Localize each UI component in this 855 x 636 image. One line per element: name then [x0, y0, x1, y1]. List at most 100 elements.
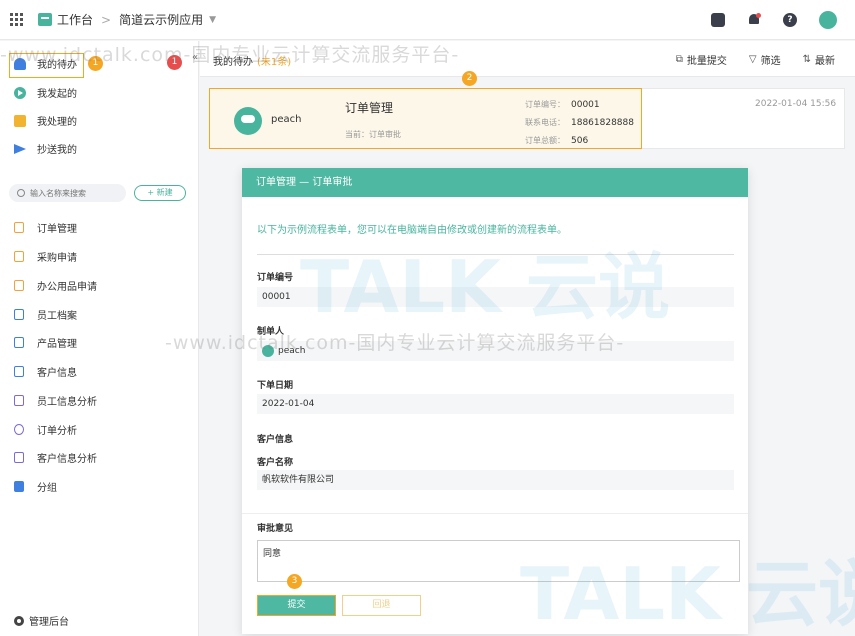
sidebar-item-customer-analysis[interactable]: 客户信息分析	[0, 443, 199, 472]
new-button[interactable]: + 新建	[134, 185, 186, 201]
sidebar-item-label: 分组	[37, 483, 57, 494]
sidebar-item-employee-analysis[interactable]: 员工信息分析	[0, 386, 199, 415]
batch-submit-label: 批量提交	[686, 56, 727, 67]
sidebar-item-office-supplies[interactable]: 办公用品申请	[0, 271, 199, 300]
approval-modal: 订单管理 — 订单审批 以下为示例流程表单，您可以在电脑端自由修改或创建新的流程…	[242, 168, 748, 634]
main-header: 我的待办 (未1条) ⧉ 批量提交 ▽ 筛选 ⇅ 最新	[200, 41, 855, 77]
workspace-link[interactable]: 工作台	[57, 11, 93, 28]
sidebar-item-customer[interactable]: 客户信息	[0, 357, 199, 386]
rollback-button[interactable]: 回退	[342, 595, 421, 616]
field-key: 联系电话：	[525, 118, 565, 127]
sidebar-item-employee-file[interactable]: 员工档案	[0, 300, 199, 329]
step-marker: 1	[88, 56, 103, 71]
gear-icon	[14, 615, 24, 626]
sidebar-search[interactable]	[9, 184, 126, 202]
field-value: 18861828888	[571, 118, 634, 128]
notebook-icon[interactable]	[711, 13, 725, 27]
card-field-row: 联系电话： 18861828888	[525, 114, 634, 132]
sidebar-item-label: 员工档案	[37, 311, 77, 322]
divider	[242, 513, 748, 514]
sidebar-item-group[interactable]: 分组	[0, 472, 199, 501]
user-avatar[interactable]	[819, 11, 837, 29]
order-no-label: 订单编号	[257, 273, 294, 283]
cart-icon	[14, 251, 24, 262]
step-marker: 2	[462, 71, 477, 86]
field-key: 订单总额：	[525, 136, 565, 145]
filter-button[interactable]: ▽ 筛选	[749, 52, 781, 67]
pending-count: (未1条)	[257, 57, 292, 68]
divider	[257, 254, 734, 255]
box-icon	[14, 280, 24, 291]
help-icon[interactable]: ?	[783, 13, 797, 27]
card-title: 订单管理	[345, 101, 394, 115]
sidebar-item-label: 我处理的	[37, 117, 77, 128]
order-no-value: 00001	[257, 287, 734, 307]
sidebar-item-label: 办公用品申请	[37, 282, 97, 293]
batch-submit-button[interactable]: ⧉ 批量提交	[676, 52, 727, 67]
sort-latest-button[interactable]: ⇅ 最新	[803, 52, 835, 67]
sidebar-item-label: 订单管理	[37, 224, 77, 235]
approval-comment-input[interactable]: 同意	[257, 540, 740, 582]
sidebar-item-initiated[interactable]: 我发起的	[0, 78, 199, 107]
sidebar-item-label: 员工信息分析	[37, 397, 97, 408]
creator-value: peach	[278, 346, 306, 356]
avatar	[234, 107, 262, 135]
sidebar-item-product[interactable]: 产品管理	[0, 328, 199, 357]
sidebar-item-handled[interactable]: 我处理的	[0, 106, 199, 135]
sidebar-item-label: 客户信息	[37, 368, 77, 379]
product-icon	[14, 337, 24, 348]
notification-bell-icon[interactable]	[747, 13, 761, 27]
sidebar-item-purchase[interactable]: 采购申请	[0, 242, 199, 271]
search-input[interactable]	[30, 188, 120, 198]
sidebar-item-cc[interactable]: 抄送我的	[0, 134, 199, 163]
sort-icon: ⇅	[802, 54, 811, 65]
check-icon	[14, 114, 26, 127]
page-title-text: 我的待办	[213, 57, 253, 68]
send-icon	[14, 143, 26, 154]
customer-name-label: 客户名称	[257, 458, 294, 468]
sidebar-item-label: 订单分析	[37, 426, 77, 437]
submit-button[interactable]: 提交	[257, 595, 336, 616]
filter-label: 筛选	[760, 56, 781, 67]
admin-label: 管理后台	[29, 617, 69, 628]
order-date-value: 2022-01-04	[257, 394, 734, 414]
sidebar-item-order-management[interactable]: 订单管理	[0, 213, 199, 242]
card-fields: 订单编号： 00001 联系电话： 18861828888 订单总额： 506	[525, 96, 634, 150]
customer-name-value: 帆软软件有限公司	[257, 470, 734, 490]
card-field-row: 订单总额： 506	[525, 132, 634, 150]
header-actions: ⧉ 批量提交 ▽ 筛选 ⇅ 最新	[676, 52, 835, 67]
app-name[interactable]: 简道云示例应用	[119, 11, 203, 28]
sidebar-item-order-analysis[interactable]: 订单分析	[0, 415, 199, 444]
app-grid-icon[interactable]	[10, 12, 24, 27]
top-icons: ?	[711, 11, 837, 29]
monitor-icon	[14, 452, 24, 463]
report-icon	[14, 395, 24, 406]
chevron-down-icon[interactable]: ▼	[209, 15, 216, 25]
card-field-row: 订单编号： 00001	[525, 96, 634, 114]
top-bar: 工作台 > 简道云示例应用 ▼ ?	[0, 0, 855, 40]
avatar	[262, 344, 274, 357]
person-icon	[14, 366, 24, 377]
folder-icon	[14, 481, 24, 492]
pie-chart-icon	[14, 424, 24, 435]
field-value: 00001	[571, 100, 600, 110]
sidebar-item-label: 采购申请	[37, 253, 77, 264]
sort-latest-label: 最新	[815, 56, 835, 67]
sidebar-item-label: 客户信息分析	[37, 454, 97, 465]
modal-tip: 以下为示例流程表单，您可以在电脑端自由修改或创建新的流程表单。	[257, 225, 567, 236]
card-user: peach	[271, 114, 302, 125]
admin-link[interactable]: 管理后台	[14, 613, 69, 628]
workspace-icon	[38, 13, 52, 26]
card-date: 2022-01-04 15:56	[755, 99, 837, 109]
creator-label: 制单人	[257, 327, 285, 337]
collapse-sidebar-icon[interactable]: «	[192, 52, 198, 63]
play-icon	[14, 86, 26, 99]
customer-section-label: 客户信息	[257, 435, 294, 445]
search-icon	[17, 189, 25, 197]
creator-field: peach	[257, 341, 734, 361]
field-value: 506	[571, 136, 589, 146]
batch-icon: ⧉	[675, 54, 683, 65]
unread-badge: 1	[167, 55, 182, 70]
card-current-node: 当前：订单审批	[345, 130, 401, 139]
order-date-label: 下单日期	[257, 381, 294, 391]
